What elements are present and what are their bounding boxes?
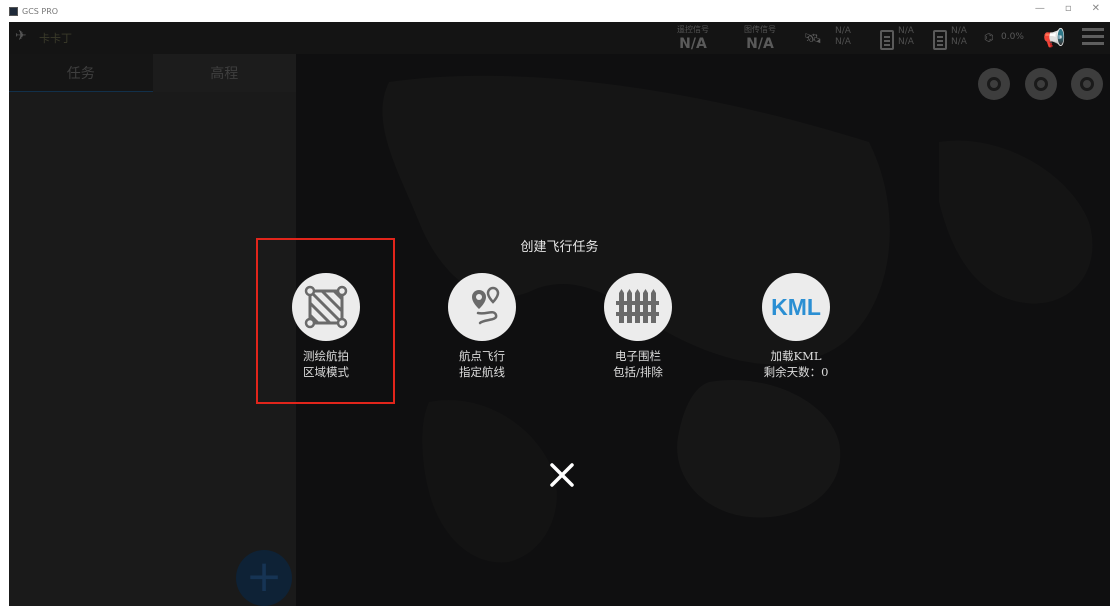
option-waypoint-label: 航点飞行 指定航线 (422, 348, 542, 380)
drone-icon: ✈ (15, 28, 27, 44)
locate-button[interactable] (1025, 68, 1057, 100)
battery1-line1: N/A (898, 26, 914, 36)
panel-tabs: 任务 高程 (9, 54, 296, 92)
gps-status: N/A N/A (835, 26, 851, 48)
option-kml-line1: 加载KML (770, 349, 822, 363)
camera-button[interactable] (978, 68, 1010, 100)
layers-button[interactable] (1071, 68, 1103, 100)
camera-icon (987, 77, 1001, 91)
add-mission-button[interactable]: + (236, 550, 292, 606)
menu-icon[interactable] (1082, 28, 1104, 46)
minimize-button[interactable]: — (1035, 4, 1045, 14)
battery2-line2: N/A (951, 37, 967, 47)
option-kml[interactable]: KML 加载KML 剩余天数：0 (736, 273, 856, 380)
option-kml-label: 加载KML 剩余天数：0 (736, 348, 856, 380)
maximize-button[interactable]: ▫ (1065, 4, 1072, 14)
speaker-icon[interactable]: 📢 (1043, 28, 1065, 49)
option-fence-label: 电子围栏 包括/排除 (578, 348, 698, 380)
kml-icon: KML (762, 273, 830, 341)
remote-signal-label: 遥控信号 (677, 25, 709, 34)
option-kml-line2: 剩余天数：0 (763, 365, 829, 379)
app-icon (9, 6, 18, 16)
flow-icon: ⌬ (984, 31, 994, 44)
option-fence-line1: 电子围栏 (615, 349, 661, 363)
image-signal-label: 图传信号 (744, 25, 776, 34)
option-waypoint[interactable]: 航点飞行 指定航线 (422, 273, 542, 380)
option-waypoint-line1: 航点飞行 (459, 349, 505, 363)
tab-mission[interactable]: 任务 (9, 54, 153, 92)
locate-icon (1034, 77, 1048, 91)
battery1-status: N/A N/A (898, 26, 914, 48)
window-title: GCS PRO (22, 6, 59, 16)
battery1-line2: N/A (898, 37, 914, 47)
option-fence-line2: 包括/排除 (613, 365, 663, 379)
close-window-button[interactable]: ✕ (1092, 4, 1100, 14)
battery2-line1: N/A (951, 26, 967, 36)
close-icon (550, 463, 574, 487)
close-dialog-button[interactable] (545, 458, 579, 492)
window-controls: — ▫ ✕ (1035, 4, 1100, 14)
app-viewport: ✈ 卡卡丁 遥控信号 N/A 图传信号 N/A 🛰 N/A N/A N/A N/… (9, 22, 1110, 606)
status-brand: 卡卡丁 (39, 32, 72, 45)
kml-icon-text: KML (771, 293, 821, 320)
flow-value: 0.0% (1001, 32, 1024, 42)
battery-icon (880, 30, 894, 50)
fence-icon (604, 273, 672, 341)
remote-signal-status: 遥控信号 N/A (677, 24, 709, 52)
gps-line2: N/A (835, 37, 851, 47)
layers-icon (1080, 77, 1094, 91)
battery2-status: N/A N/A (951, 26, 967, 48)
remote-signal-value: N/A (679, 36, 707, 52)
gps-line1: N/A (835, 26, 851, 36)
dialog-title: 创建飞行任务 (520, 240, 599, 255)
left-panel: 任务 高程 + (9, 54, 296, 606)
waypoint-route-icon (448, 273, 516, 341)
window-titlebar: GCS PRO — ▫ ✕ (0, 0, 1110, 22)
image-signal-value: N/A (746, 36, 774, 52)
option-fence[interactable]: 电子围栏 包括/排除 (578, 273, 698, 380)
highlight-box (256, 238, 395, 404)
status-bar: ✈ 卡卡丁 遥控信号 N/A 图传信号 N/A 🛰 N/A N/A N/A N/… (9, 22, 1110, 54)
image-signal-status: 图传信号 N/A (744, 24, 776, 52)
battery2-icon (933, 30, 947, 50)
satellite-icon: 🛰 (804, 31, 822, 47)
option-waypoint-line2: 指定航线 (459, 365, 505, 379)
tab-elevation[interactable]: 高程 (152, 54, 296, 92)
